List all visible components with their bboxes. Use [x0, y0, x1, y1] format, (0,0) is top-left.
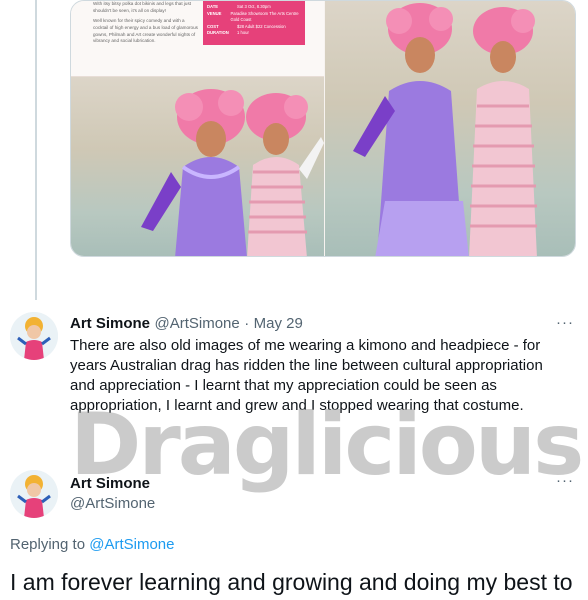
- replying-to: Replying to @ArtSimone: [10, 536, 174, 553]
- media-image-right[interactable]: [325, 1, 575, 256]
- replying-prefix: Replying to: [10, 536, 86, 553]
- detail-value: 1 hour: [237, 30, 249, 35]
- handle[interactable]: @ArtSimone: [70, 495, 155, 513]
- avatar[interactable]: [10, 312, 58, 360]
- brochure-paragraph-1: With itsy bitsy polka dot bikinis and le…: [93, 1, 192, 13]
- handle[interactable]: @ArtSimone: [154, 315, 239, 332]
- performers-illustration: [141, 89, 324, 256]
- tweet-date[interactable]: May 29: [254, 315, 303, 332]
- detail-key: VENUE: [207, 10, 222, 16]
- display-name-text: Art Simone: [70, 475, 151, 492]
- detail-value: Paradise Showroom The Arts Centre Gold C…: [230, 10, 299, 23]
- event-details-box: DATE Sat 3 Oct, 8.30pm VENUE Paradise Show…: [203, 1, 305, 45]
- avatar-image: [10, 470, 58, 518]
- performers-illustration: [353, 3, 537, 256]
- replying-to-link[interactable]: @ArtSimone: [89, 536, 174, 553]
- performers-photo: [71, 77, 324, 256]
- avatar[interactable]: [10, 470, 58, 518]
- avatar-image: [10, 312, 58, 360]
- display-name[interactable]: Art Simone: [70, 475, 150, 493]
- separator: ·: [244, 315, 250, 332]
- handle-text: @ArtSimone: [70, 495, 156, 512]
- display-name[interactable]: Art Simone: [70, 315, 150, 332]
- brochure-paragraph-2: Well known for their spicy comedy and wi…: [93, 18, 198, 44]
- tweet-header: Art Simone @ArtSimone · May 29: [70, 315, 303, 333]
- more-options-icon[interactable]: ···: [556, 472, 574, 489]
- performers-photo: [325, 1, 575, 256]
- thread-line: [35, 0, 37, 300]
- event-brochure: With itsy bitsy polka dot bikinis and le…: [71, 1, 324, 77]
- tweet-text: There are also old images of me wearing …: [70, 337, 543, 414]
- detail-key: DURATION: [207, 30, 229, 35]
- tweet-media-card[interactable]: With itsy bitsy polka dot bikinis and le…: [70, 0, 576, 257]
- tweet-text: I am forever learning and growing and do…: [10, 569, 573, 595]
- more-options-icon[interactable]: ···: [556, 314, 574, 331]
- media-image-left[interactable]: With itsy bitsy polka dot bikinis and le…: [71, 1, 324, 256]
